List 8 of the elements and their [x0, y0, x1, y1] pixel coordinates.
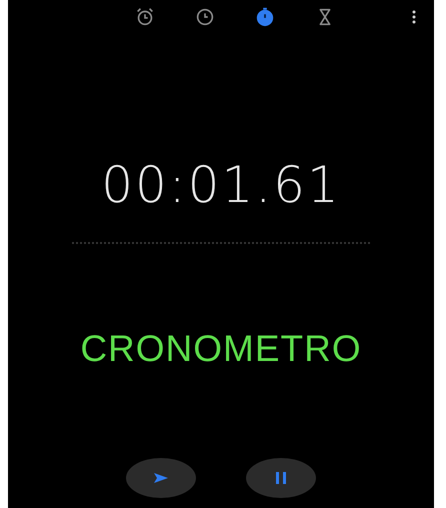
stopwatch-icon[interactable]	[254, 6, 276, 28]
caption: CRONOMETRO	[80, 328, 362, 370]
elapsed-time: 00:01.61	[101, 156, 341, 214]
alarm-icon[interactable]	[134, 6, 156, 28]
play-icon	[153, 472, 169, 484]
clock-icon[interactable]	[194, 6, 216, 28]
menu-icon[interactable]	[412, 10, 416, 24]
pause-icon	[275, 472, 287, 484]
